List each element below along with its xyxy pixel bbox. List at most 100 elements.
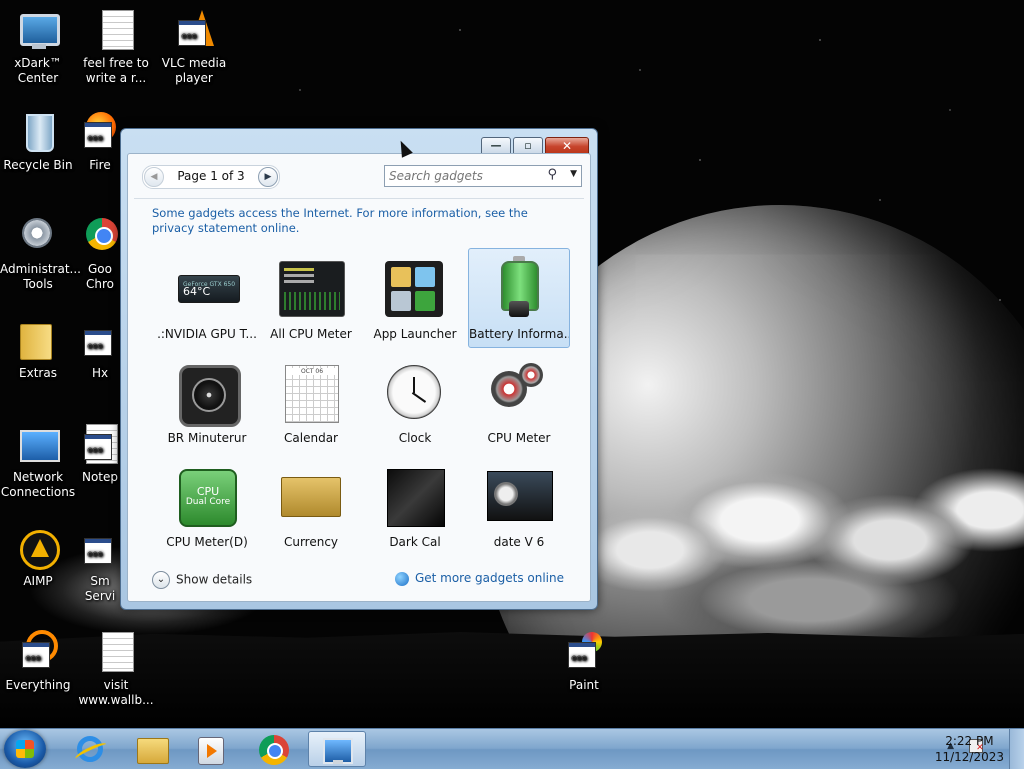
desktop-icon-label: Goo Chro: [86, 262, 114, 291]
desktop-icon-label: VLC media player: [161, 56, 227, 85]
desktop-icon-extras[interactable]: Extras: [0, 318, 76, 381]
cpu-chip-sublabel: Dual Core: [185, 497, 231, 507]
previous-page-button[interactable]: ◀: [144, 167, 164, 187]
gadget-name: CPU Meter(D): [166, 535, 248, 549]
desktop-icon-label: AIMP: [23, 574, 53, 588]
desktop-icon-label: Extras: [19, 366, 57, 380]
desktop-icon-recycle-bin[interactable]: Recycle Bin: [0, 110, 76, 173]
taskbar-chrome[interactable]: [246, 731, 300, 767]
gadget-gallery-content: ◀ Page 1 of 3 ▶ ⚲ ▼ Some gadgets access …: [127, 153, 591, 602]
show-details-button[interactable]: ⌄ Show details: [152, 571, 252, 589]
desktop-icon-network-connections[interactable]: Network Connections: [0, 422, 76, 500]
gallery-footer: ⌄ Show details Get more gadgets online: [128, 561, 590, 601]
desktop-icon-smart-services[interactable]: Sm Servi: [78, 526, 122, 604]
desktop-icon-label: feel free to write a r...: [83, 56, 149, 85]
gadget-tile-all-cpu-meter[interactable]: All CPU Meter: [260, 248, 362, 348]
desktop-icon-visit-wallpaper[interactable]: visit www.wallb...: [78, 630, 154, 708]
notepad-icon: [78, 422, 122, 466]
cpu-chip-icon: CPU Dual Core: [175, 465, 241, 527]
thumbnail-temperature: 64°C: [183, 285, 211, 298]
chevron-left-icon: ◀: [150, 172, 158, 182]
date-clock-thumbnail: [487, 465, 553, 527]
app-icon: [78, 526, 122, 570]
cpu-chip-label: CPU: [196, 485, 220, 498]
desktop-icon-label: Fire: [89, 158, 111, 172]
internet-notice-link[interactable]: Some gadgets access the Internet. For mo…: [152, 206, 562, 236]
desktop-icon-aimp[interactable]: AIMP: [0, 526, 76, 589]
dark-calendar-icon: [383, 465, 449, 527]
app-icon: [78, 318, 122, 362]
cpu-usage-thumbnail: [279, 257, 345, 319]
everything-icon: [16, 630, 60, 674]
gadget-tile-dark-cal[interactable]: Dark Cal: [364, 456, 466, 556]
aimp-icon: [16, 526, 60, 570]
calendar-thumbnail-month: OCT 06: [286, 368, 338, 375]
recycle-bin-icon: [16, 110, 60, 154]
desktop-icon-label: visit www.wallb...: [78, 678, 154, 707]
gadgets-icon: [323, 738, 353, 764]
desktop-icon-firefox[interactable]: Fire: [78, 110, 122, 173]
gadget-name: All CPU Meter: [270, 327, 352, 341]
desktop-icon-admin-tools[interactable]: Administrat... Tools: [0, 214, 81, 292]
gadget-tile-battery-information[interactable]: Battery Informa...: [468, 248, 570, 348]
desktop-icon-xdark-center[interactable]: xDark™ Center: [0, 8, 76, 86]
gadget-tile-br-minuterur[interactable]: BR Minuterur: [156, 352, 258, 452]
windows-logo-icon: [16, 740, 34, 758]
show-desktop-button[interactable]: [1009, 729, 1024, 769]
desktop-icon-label: Paint: [569, 678, 599, 692]
gadget-tile-app-launcher[interactable]: App Launcher: [364, 248, 466, 348]
gadget-tile-cpu-meter-d[interactable]: CPU Dual Core CPU Meter(D): [156, 456, 258, 556]
chrome-icon: [259, 735, 289, 765]
taskbar-gadgets[interactable]: [308, 731, 366, 767]
show-details-label: Show details: [176, 572, 253, 587]
page-navigator: ◀ Page 1 of 3 ▶: [142, 165, 280, 189]
gadget-tile-currency[interactable]: Currency: [260, 456, 362, 556]
desktop-icon-everything[interactable]: Everything: [0, 630, 76, 693]
desktop-icon-text-file[interactable]: feel free to write a r...: [78, 8, 154, 86]
next-page-button[interactable]: ▶: [258, 167, 278, 187]
media-player-icon: [198, 737, 224, 765]
vlc-icon: [172, 8, 216, 52]
app-launcher-thumbnail: [383, 257, 449, 319]
desktop-icon-label: Hx: [91, 366, 109, 380]
start-button[interactable]: [4, 730, 46, 768]
gadget-tile-nvidia-gpu[interactable]: GeForce GTX 650 64°C .:NVIDIA GPU T...: [156, 248, 258, 348]
search-icon[interactable]: ⚲: [547, 167, 557, 182]
taskbar-media-player[interactable]: [182, 731, 236, 767]
document-icon: [94, 630, 138, 674]
folder-icon: [137, 738, 169, 764]
taskbar: ▲ 2:22 PM 11/12/2023: [0, 728, 1024, 769]
gadget-tile-clock[interactable]: Clock: [364, 352, 466, 452]
desktop-icon-vlc[interactable]: VLC media player: [156, 8, 232, 86]
calendar-icon: OCT 06: [279, 361, 345, 423]
desktop-icon-label: Everything: [5, 678, 71, 692]
desktop-icon-label: Recycle Bin: [3, 158, 73, 172]
firefox-icon: [78, 110, 122, 154]
search-input[interactable]: [389, 168, 539, 183]
gadget-name: App Launcher: [373, 327, 457, 341]
get-more-gadgets-link[interactable]: Get more gadgets online: [394, 571, 564, 586]
globe-icon: [394, 571, 409, 586]
chevron-down-icon[interactable]: ▼: [570, 169, 577, 179]
wallpaper-clouds: [590, 420, 1024, 650]
minimize-icon: —: [490, 139, 502, 152]
taskbar-internet-explorer[interactable]: [62, 731, 116, 767]
gadget-name: CPU Meter: [487, 431, 551, 445]
gadget-gallery-window: — ▫ ✕ ◀ Page 1 of 3 ▶ ⚲ ▼ Some gadgets a…: [120, 128, 598, 610]
desktop-icon-notepad[interactable]: Notep: [78, 422, 122, 485]
currency-icon: [279, 465, 345, 527]
internet-explorer-icon: [77, 736, 103, 762]
clock-date: 11/12/2023: [934, 750, 1004, 764]
taskbar-clock[interactable]: 2:22 PM 11/12/2023: [935, 733, 1004, 765]
desktop-icon-paint[interactable]: Paint: [546, 630, 622, 693]
gadget-tile-date-v6[interactable]: date V 6: [468, 456, 570, 556]
desktop-icon-google-chrome[interactable]: Goo Chro: [78, 214, 122, 292]
desktop-icon-label: Notep: [81, 470, 119, 484]
desktop-icon-label: Administrat... Tools: [0, 262, 81, 291]
gadget-name: Dark Cal: [389, 535, 441, 549]
gadget-tile-cpu-meter[interactable]: CPU Meter: [468, 352, 570, 452]
desktop-icon-hx[interactable]: Hx: [78, 318, 122, 381]
gadget-tile-calendar[interactable]: OCT 06 Calendar: [260, 352, 362, 452]
taskbar-file-explorer[interactable]: [124, 731, 178, 767]
chevron-down-icon: ⌄: [152, 571, 170, 589]
